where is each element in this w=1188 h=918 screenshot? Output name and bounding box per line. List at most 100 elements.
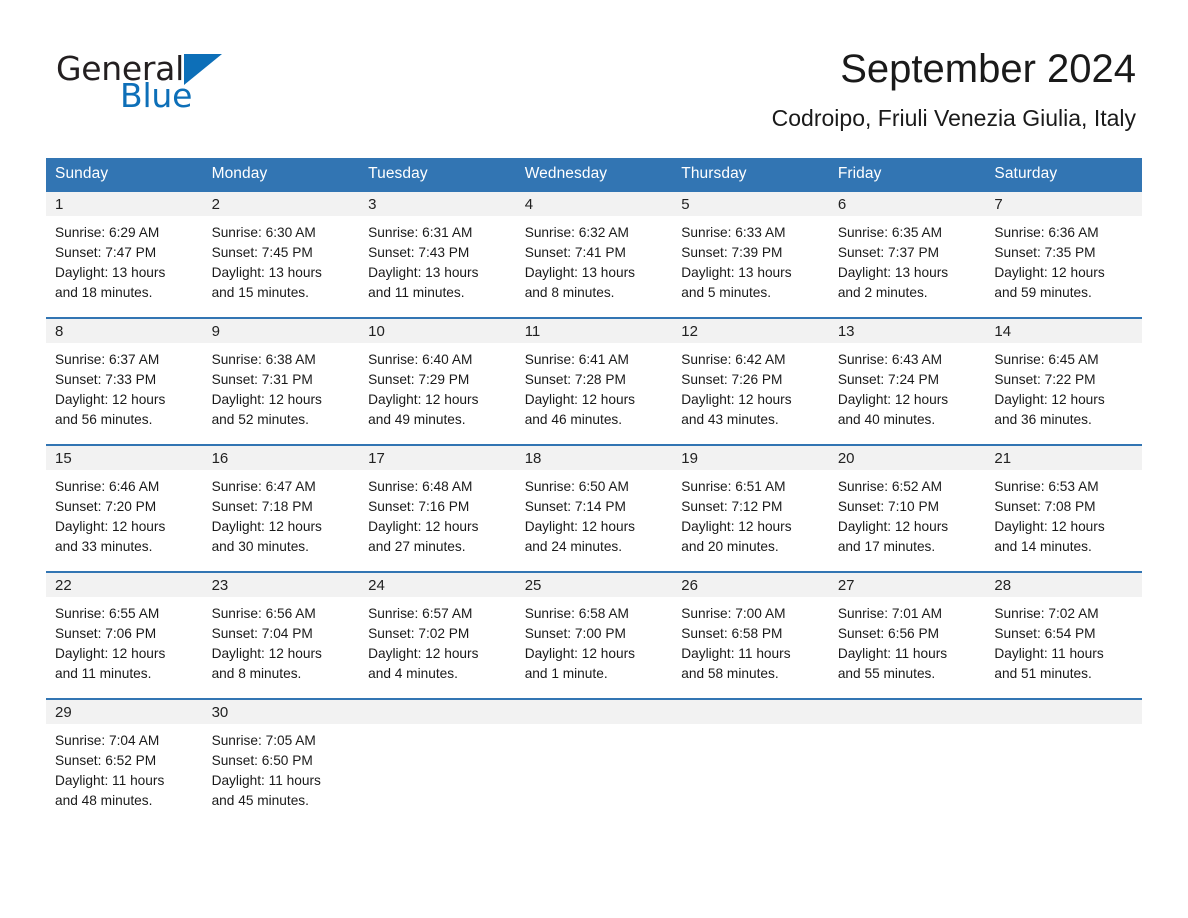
day-number: 27 <box>837 577 855 595</box>
day-cell[interactable]: Sunrise: 6:57 AM Sunset: 7:02 PM Daylight:… <box>359 597 516 698</box>
day-cell[interactable]: Sunrise: 6:43 AM Sunset: 7:24 PM Daylight:… <box>829 343 986 444</box>
daylight-text-line1: Daylight: 12 hours <box>368 392 479 408</box>
daylight-text-line2: and 40 minutes. <box>837 412 936 428</box>
sunrise-text: Sunrise: 6:50 AM <box>524 479 629 495</box>
daynum-cell: 4 <box>515 190 673 217</box>
day-number: 21 <box>994 450 1012 468</box>
sunset-text: Sunset: 7:00 PM <box>524 626 626 642</box>
day-cell[interactable]: Sunrise: 6:52 AM Sunset: 7:10 PM Daylight:… <box>829 470 986 571</box>
daynum-row: 1 2 3 4 5 6 7 <box>46 190 1142 217</box>
sunset-text: Sunset: 7:16 PM <box>368 499 470 515</box>
daylight-text-line1: Daylight: 12 hours <box>55 392 166 408</box>
day-cell[interactable]: Sunrise: 6:51 AM Sunset: 7:12 PM Daylight:… <box>672 470 829 571</box>
day-cell[interactable]: Sunrise: 6:58 AM Sunset: 7:00 PM Daylight:… <box>516 597 673 698</box>
daylight-text-line2: and 27 minutes. <box>368 539 466 555</box>
day-cell[interactable]: Sunrise: 6:47 AM Sunset: 7:18 PM Daylight:… <box>203 470 360 571</box>
daynum-cell <box>985 698 1142 725</box>
daynum-cell: 25 <box>515 571 673 598</box>
sunrise-text: Sunrise: 6:43 AM <box>837 352 943 368</box>
day-number: 15 <box>55 450 72 468</box>
day-cell[interactable]: Sunrise: 6:45 AM Sunset: 7:22 PM Daylight:… <box>985 343 1142 444</box>
day-cell[interactable]: Sunrise: 6:37 AM Sunset: 7:33 PM Daylight:… <box>46 343 203 444</box>
day-cell[interactable]: Sunrise: 6:41 AM Sunset: 7:28 PM Daylight:… <box>516 343 673 444</box>
sunset-text: Sunset: 6:50 PM <box>211 753 313 769</box>
sunrise-text: Sunrise: 6:58 AM <box>524 606 629 622</box>
day-cell[interactable]: Sunrise: 7:04 AM Sunset: 6:52 PM Daylight:… <box>46 724 203 825</box>
day-cell[interactable]: Sunrise: 6:40 AM Sunset: 7:29 PM Daylight:… <box>359 343 516 444</box>
daylight-text-line2: and 17 minutes. <box>837 539 936 555</box>
daynum-cell: 16 <box>202 444 360 471</box>
daylight-text-line1: Daylight: 12 hours <box>55 519 166 535</box>
day-cell[interactable]: Sunrise: 7:00 AM Sunset: 6:58 PM Daylight:… <box>672 597 829 698</box>
daylight-text-line2: and 36 minutes. <box>994 412 1092 428</box>
daylight-text-line2: and 59 minutes. <box>994 285 1092 301</box>
day-number: 30 <box>211 704 229 722</box>
sunrise-text: Sunrise: 6:41 AM <box>524 352 629 368</box>
day-cell[interactable]: Sunrise: 6:53 AM Sunset: 7:08 PM Daylight:… <box>985 470 1142 571</box>
daynum-cell: 28 <box>985 571 1142 598</box>
day-cell[interactable]: Sunrise: 6:32 AM Sunset: 7:41 PM Daylight:… <box>516 216 673 317</box>
daylight-text-line2: and 5 minutes. <box>681 285 772 301</box>
daylight-text-line1: Daylight: 13 hours <box>368 265 479 281</box>
sunrise-text: Sunrise: 6:35 AM <box>837 225 943 241</box>
day-cell[interactable]: Sunrise: 7:01 AM Sunset: 6:56 PM Daylight:… <box>829 597 986 698</box>
day-cell[interactable]: Sunrise: 7:02 AM Sunset: 6:54 PM Daylight:… <box>985 597 1142 698</box>
day-number: 26 <box>681 577 698 595</box>
sunset-text: Sunset: 7:02 PM <box>368 626 470 642</box>
daynum-cell: 30 <box>202 698 360 725</box>
day-cell[interactable]: Sunrise: 6:42 AM Sunset: 7:26 PM Daylight:… <box>672 343 829 444</box>
page-masthead: General Blue September 2024 Codroipo, Fr… <box>0 0 1188 131</box>
week-row: Sunrise: 7:04 AM Sunset: 6:52 PM Daylight:… <box>46 724 1142 825</box>
week-row: Sunrise: 6:55 AM Sunset: 7:06 PM Daylight:… <box>46 597 1142 698</box>
daylight-text-line2: and 14 minutes. <box>994 539 1092 555</box>
day-number: 14 <box>994 323 1012 341</box>
daylight-text-line1: Daylight: 13 hours <box>55 265 166 281</box>
day-cell[interactable]: Sunrise: 6:30 AM Sunset: 7:45 PM Daylight:… <box>203 216 360 317</box>
empty-cell <box>672 724 829 812</box>
day-cell[interactable]: Sunrise: 6:33 AM Sunset: 7:39 PM Daylight:… <box>672 216 829 317</box>
daylight-text-line2: and 20 minutes. <box>681 539 779 555</box>
sunrise-text: Sunrise: 6:53 AM <box>994 479 1099 495</box>
day-cell[interactable]: Sunrise: 6:38 AM Sunset: 7:31 PM Daylight:… <box>203 343 360 444</box>
empty-cell <box>359 724 516 812</box>
weekday-header-thursday: Thursday <box>672 158 829 191</box>
day-cell[interactable]: Sunrise: 6:48 AM Sunset: 7:16 PM Daylight:… <box>359 470 516 571</box>
day-cell[interactable]: Sunrise: 6:31 AM Sunset: 7:43 PM Daylight:… <box>359 216 516 317</box>
daylight-text-line2: and 18 minutes. <box>55 285 153 301</box>
daylight-text-line2: and 46 minutes. <box>524 412 623 428</box>
day-number: 29 <box>55 704 72 722</box>
empty-cell <box>516 724 673 812</box>
daynum-cell: 19 <box>672 444 829 471</box>
day-cell[interactable]: Sunrise: 6:46 AM Sunset: 7:20 PM Daylight:… <box>46 470 203 571</box>
page-subtitle: Codroipo, Friuli Venezia Giulia, Italy <box>771 105 1136 131</box>
daylight-text-line2: and 55 minutes. <box>837 666 936 682</box>
sunset-text: Sunset: 7:33 PM <box>55 372 157 388</box>
day-number: 20 <box>837 450 855 468</box>
daylight-text-line1: Daylight: 11 hours <box>55 773 165 789</box>
day-cell[interactable]: Sunrise: 6:56 AM Sunset: 7:04 PM Daylight:… <box>203 597 360 698</box>
day-number: 24 <box>368 577 385 595</box>
sunrise-text: Sunrise: 6:36 AM <box>994 225 1099 241</box>
sunset-text: Sunset: 6:54 PM <box>994 626 1096 642</box>
day-cell[interactable]: Sunrise: 7:05 AM Sunset: 6:50 PM Daylight:… <box>203 724 360 825</box>
daylight-text-line1: Daylight: 12 hours <box>55 646 166 662</box>
day-cell <box>829 724 986 825</box>
day-cell[interactable]: Sunrise: 6:36 AM Sunset: 7:35 PM Daylight:… <box>985 216 1142 317</box>
day-cell[interactable]: Sunrise: 6:55 AM Sunset: 7:06 PM Daylight:… <box>46 597 203 698</box>
triangle-icon <box>183 54 222 85</box>
empty-cell <box>829 724 986 812</box>
daynum-cell: 13 <box>828 317 986 344</box>
sunset-text: Sunset: 7:26 PM <box>681 372 783 388</box>
sunset-text: Sunset: 7:39 PM <box>681 245 783 261</box>
day-cell[interactable]: Sunrise: 6:35 AM Sunset: 7:37 PM Daylight:… <box>829 216 986 317</box>
daylight-text-line1: Daylight: 12 hours <box>681 392 792 408</box>
day-cell[interactable]: Sunrise: 6:29 AM Sunset: 7:47 PM Daylight:… <box>46 216 203 317</box>
sunrise-text: Sunrise: 6:52 AM <box>837 479 943 495</box>
daynum-cell: 18 <box>515 444 673 471</box>
day-cell[interactable]: Sunrise: 6:50 AM Sunset: 7:14 PM Daylight:… <box>516 470 673 571</box>
general-blue-logo[interactable]: General Blue <box>56 50 256 118</box>
daylight-text-line1: Daylight: 12 hours <box>368 646 479 662</box>
sunset-text: Sunset: 7:28 PM <box>524 372 626 388</box>
title-block: September 2024 Codroipo, Friuli Venezia … <box>772 46 1136 133</box>
daynum-cell: 2 <box>202 190 360 217</box>
